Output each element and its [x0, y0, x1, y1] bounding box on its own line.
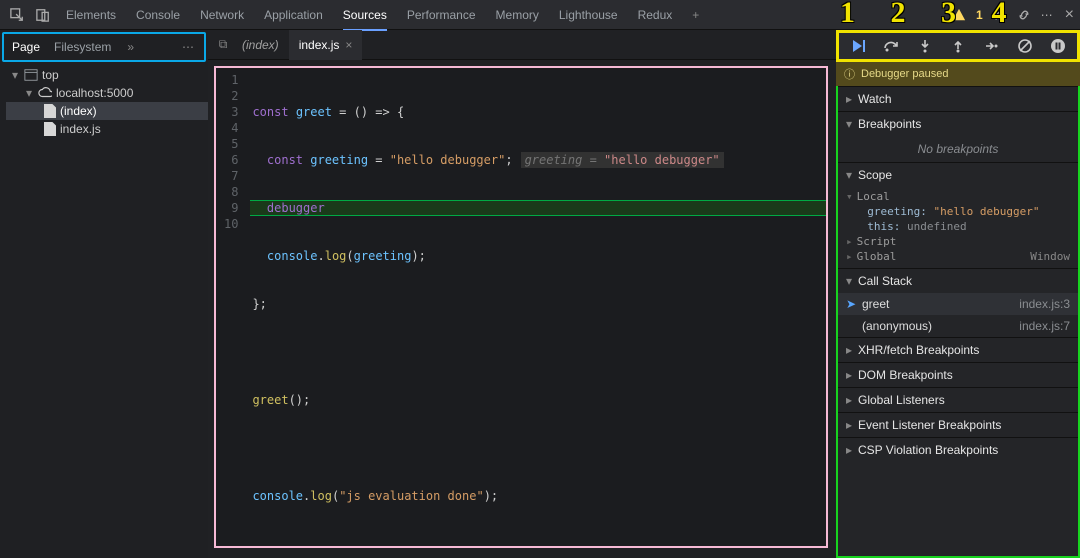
tab-redux[interactable]: Redux	[638, 8, 673, 22]
code-body[interactable]: const greet = () => { const greeting = "…	[244, 68, 826, 546]
scope-body: ▾Local greeting: "hello debugger" this: …	[838, 187, 1078, 268]
section-csp-bp[interactable]: ▸CSP Violation Breakpoints	[838, 438, 1078, 462]
debugger-sections: ▸Watch ▾Breakpoints No breakpoints ▾Scop…	[836, 86, 1080, 558]
stack-name: greet	[862, 297, 889, 311]
nav-tab-page[interactable]: Page	[12, 40, 40, 54]
step-out-button[interactable]	[948, 36, 968, 56]
stack-location: index.js:7	[1019, 319, 1070, 333]
section-label: Event Listener Breakpoints	[858, 418, 1001, 432]
section-label: Watch	[858, 92, 892, 106]
window-icon	[24, 68, 38, 82]
line-gutter: 12345678910	[216, 68, 244, 546]
close-tab-icon[interactable]: ×	[345, 38, 352, 52]
section-label: CSP Violation Breakpoints	[858, 443, 998, 457]
navigator-panel: Page Filesystem » ⋯ ▾ top ▾ localhost:50…	[0, 30, 208, 558]
close-icon[interactable]: ×	[1065, 6, 1074, 24]
editor-panel: ⧉ (index) index.js × 12345678910 const g…	[208, 30, 836, 558]
tab-history-icon[interactable]: ⧉	[214, 36, 232, 54]
file-tab-label: (index)	[242, 38, 279, 52]
info-icon: ⓘ	[844, 66, 855, 82]
document-icon	[44, 104, 56, 118]
no-breakpoints-label: No breakpoints	[838, 136, 1078, 162]
scope-local[interactable]: ▾Local	[838, 189, 1078, 204]
tree-top[interactable]: ▾ top	[6, 66, 208, 84]
section-global-listeners[interactable]: ▸Global Listeners	[838, 388, 1078, 412]
pause-on-exceptions-button[interactable]	[1048, 36, 1068, 56]
top-right-controls: 1 ⋯ ×	[952, 6, 1074, 24]
nav-tab-filesystem[interactable]: Filesystem	[54, 40, 111, 54]
file-tab-indexjs[interactable]: index.js ×	[289, 30, 363, 60]
stack-name: (anonymous)	[862, 319, 932, 333]
cloud-icon	[38, 86, 52, 100]
scope-var-greeting[interactable]: greeting: "hello debugger"	[838, 204, 1078, 219]
file-tab-label: index.js	[299, 38, 340, 52]
section-watch[interactable]: ▸Watch	[838, 87, 1078, 111]
section-breakpoints[interactable]: ▾Breakpoints	[838, 112, 1078, 136]
tab-sources[interactable]: Sources	[343, 8, 387, 22]
scope-script[interactable]: ▸Script	[838, 234, 1078, 249]
deactivate-breakpoints-button[interactable]	[1015, 36, 1035, 56]
device-toggle-icon[interactable]	[32, 4, 54, 26]
section-callstack[interactable]: ▾Call Stack	[838, 269, 1078, 293]
tab-performance[interactable]: Performance	[407, 8, 476, 22]
tree-host-label: localhost:5000	[56, 86, 133, 100]
file-tabs: ⧉ (index) index.js ×	[208, 30, 836, 60]
step-button[interactable]	[981, 36, 1001, 56]
section-scope[interactable]: ▾Scope	[838, 163, 1078, 187]
tree-file[interactable]: index.js	[6, 120, 208, 138]
resume-button[interactable]	[848, 36, 868, 56]
tree-index[interactable]: (index)	[6, 102, 208, 120]
step-into-button[interactable]	[915, 36, 935, 56]
nav-dots-icon[interactable]: ⋯	[182, 40, 196, 54]
inspect-icon[interactable]	[6, 4, 28, 26]
tree-host[interactable]: ▾ localhost:5000	[6, 84, 208, 102]
stack-frame-0[interactable]: ➤ greet index.js:3	[838, 293, 1078, 315]
devtools-top-bar: Elements Console Network Application Sou…	[0, 0, 1080, 30]
step-over-button[interactable]	[881, 36, 901, 56]
panel-tabs: Elements Console Network Application Sou…	[66, 8, 952, 22]
tab-console[interactable]: Console	[136, 8, 180, 22]
section-label: Global Listeners	[858, 393, 945, 407]
tree-file-label: index.js	[60, 122, 101, 136]
section-label: Call Stack	[858, 274, 912, 288]
file-tree: ▾ top ▾ localhost:5000 (index) index.js	[0, 62, 208, 138]
stack-location: index.js:3	[1019, 297, 1070, 311]
warning-count[interactable]: 1	[976, 8, 983, 22]
navigator-tabs: Page Filesystem » ⋯	[2, 32, 206, 62]
current-frame-icon: ➤	[846, 297, 856, 311]
section-label: Breakpoints	[858, 117, 921, 131]
debugger-toolbar	[836, 30, 1080, 62]
tab-elements[interactable]: Elements	[66, 8, 116, 22]
section-label: Scope	[858, 168, 892, 182]
gear-icon[interactable]	[993, 8, 1007, 22]
code-editor[interactable]: 12345678910 const greet = () => { const …	[214, 66, 828, 548]
scope-global[interactable]: ▸GlobalWindow	[838, 249, 1078, 264]
debugger-paused-label: Debugger paused	[861, 68, 948, 80]
tree-index-label: (index)	[60, 104, 97, 118]
debugger-paused-banner: ⓘ Debugger paused	[836, 62, 1080, 86]
more-menu-icon[interactable]: ⋯	[1041, 8, 1055, 22]
section-dom-bp[interactable]: ▸DOM Breakpoints	[838, 363, 1078, 387]
file-tab-index[interactable]: (index)	[232, 30, 289, 60]
link-icon[interactable]	[1017, 8, 1031, 22]
nav-more-icon[interactable]: »	[127, 40, 134, 54]
warning-icon	[952, 8, 966, 22]
tab-memory[interactable]: Memory	[496, 8, 539, 22]
document-icon	[44, 122, 56, 136]
stack-frame-1[interactable]: (anonymous) index.js:7	[838, 315, 1078, 337]
add-tab-button[interactable]: +	[692, 8, 699, 22]
tab-lighthouse[interactable]: Lighthouse	[559, 8, 618, 22]
section-xhr[interactable]: ▸XHR/fetch Breakpoints	[838, 338, 1078, 362]
scope-var-this[interactable]: this: undefined	[838, 219, 1078, 234]
tab-network[interactable]: Network	[200, 8, 244, 22]
section-label: XHR/fetch Breakpoints	[858, 343, 979, 357]
section-event-listener-bp[interactable]: ▸Event Listener Breakpoints	[838, 413, 1078, 437]
tree-top-label: top	[42, 68, 59, 82]
debugger-panel: ⓘ Debugger paused ▸Watch ▾Breakpoints No…	[836, 30, 1080, 558]
tab-application[interactable]: Application	[264, 8, 323, 22]
section-label: DOM Breakpoints	[858, 368, 953, 382]
